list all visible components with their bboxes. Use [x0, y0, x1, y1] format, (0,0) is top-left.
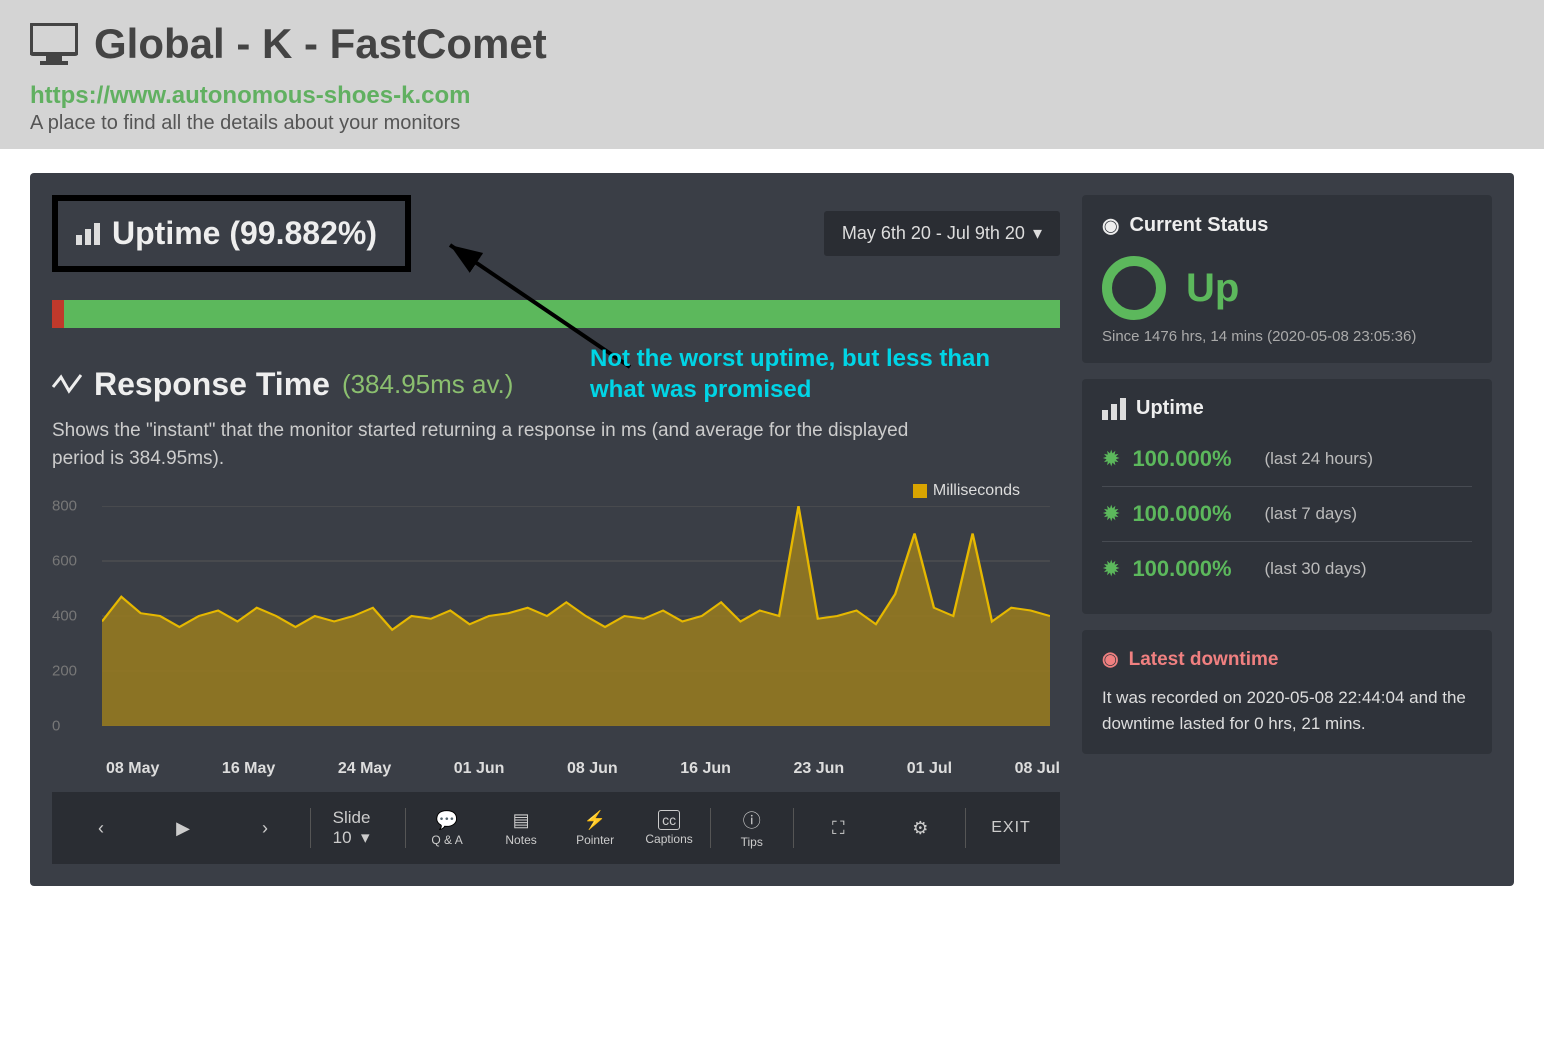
uptime-period: (last 24 hours) — [1264, 449, 1373, 469]
uptime-bar — [52, 300, 1060, 328]
qa-button[interactable]: 💬Q & A — [410, 804, 484, 853]
next-button[interactable]: › — [224, 812, 306, 845]
notes-icon: ▤ — [513, 810, 530, 831]
tips-button[interactable]: ⓘTips — [715, 801, 789, 855]
title-text: Global - K - FastComet — [94, 20, 547, 68]
presenter-toolbar: ‹ ▶ › Slide 10 ▾ 💬Q & A ▤Notes ⚡Pointer … — [52, 792, 1060, 864]
circle-icon: ◉ — [1102, 213, 1119, 238]
circle-icon: ◉ — [1102, 648, 1119, 671]
uptime-segment — [64, 300, 1060, 328]
notes-button[interactable]: ▤Notes — [484, 804, 558, 853]
monitor-url[interactable]: https://www.autonomous-shoes-k.com — [30, 82, 1514, 110]
uptime-pct: 100.000% — [1132, 446, 1252, 472]
status-since: Since 1476 hrs, 14 mins (2020-05-08 23:0… — [1102, 328, 1472, 345]
chart-legend: Milliseconds — [52, 482, 1020, 500]
pointer-icon: ⚡ — [584, 810, 606, 831]
uptime-pct: 100.000% — [1132, 501, 1252, 527]
page-header: Global - K - FastComet https://www.auton… — [0, 0, 1544, 149]
prev-button[interactable]: ‹ — [60, 812, 142, 845]
uptime-period: (last 7 days) — [1264, 504, 1357, 524]
dashboard: Uptime (99.882%) May 6th 20 - Jul 9th 20… — [30, 173, 1514, 886]
legend-swatch — [913, 484, 927, 498]
subtitle: A place to find all the details about yo… — [30, 112, 1514, 135]
uptime-pct: 100.000% — [1132, 556, 1252, 582]
page-title: Global - K - FastComet — [30, 20, 1514, 68]
annotation: Not the worst uptime, but less than what… — [590, 343, 990, 405]
status-up: Up — [1102, 256, 1472, 320]
uptime-label: Uptime (99.882%) — [112, 215, 377, 252]
response-avg: (384.95ms av.) — [342, 369, 513, 400]
uptime-card-title: Uptime — [1102, 397, 1472, 420]
uptime-heading: Uptime (99.882%) — [52, 195, 411, 272]
status-value: Up — [1186, 266, 1239, 311]
response-chart: 0200400600800 — [52, 506, 1050, 756]
response-desc: Shows the "instant" that the monitor sta… — [52, 417, 932, 472]
uptime-row: ✹ 100.000% (last 30 days) — [1102, 541, 1472, 596]
current-status-title: ◉ Current Status — [1102, 213, 1472, 238]
cc-icon: cc — [658, 810, 680, 830]
status-ring-icon — [1102, 256, 1166, 320]
downtime-title: ◉ Latest downtime — [1102, 648, 1472, 671]
uptime-period: (last 30 days) — [1264, 559, 1366, 579]
uptime-row: ✹ 100.000% (last 24 hours) — [1102, 432, 1472, 486]
bar-chart-icon — [1102, 398, 1126, 420]
slide-selector[interactable]: Slide 10 ▾ — [315, 802, 402, 854]
uptime-card: Uptime ✹ 100.000% (last 24 hours) ✹ 100.000%… — [1082, 379, 1492, 614]
pointer-button[interactable]: ⚡Pointer — [558, 804, 632, 853]
fullscreen-button[interactable]: ⛶ — [797, 812, 879, 845]
info-icon: ⓘ — [743, 807, 761, 833]
gear-icon: ⚙ — [912, 818, 928, 839]
burst-icon: ✹ — [1102, 556, 1120, 582]
downtime-segment — [52, 300, 64, 328]
uptime-row: ✹ 100.000% (last 7 days) — [1102, 486, 1472, 541]
chart-x-labels: 08 May16 May24 May01 Jun08 Jun16 Jun23 J… — [106, 760, 1060, 778]
exit-button[interactable]: EXIT — [970, 813, 1052, 843]
monitor-icon — [30, 23, 78, 65]
downtime-text: It was recorded on 2020-05-08 22:44:04 a… — [1102, 685, 1472, 736]
caret-down-icon: ▾ — [1033, 223, 1042, 244]
burst-icon: ✹ — [1102, 446, 1120, 472]
bar-chart-icon — [76, 223, 100, 245]
chat-icon: 💬 — [436, 810, 458, 831]
settings-button[interactable]: ⚙ — [879, 812, 961, 845]
captions-button[interactable]: ccCaptions — [632, 804, 706, 852]
latest-downtime-card: ◉ Latest downtime It was recorded on 202… — [1082, 630, 1492, 754]
current-status-card: ◉ Current Status Up Since 1476 hrs, 14 m… — [1082, 195, 1492, 363]
line-chart-icon — [52, 366, 82, 403]
date-range-dropdown[interactable]: May 6th 20 - Jul 9th 20 ▾ — [824, 211, 1060, 256]
play-button[interactable]: ▶ — [142, 812, 224, 845]
burst-icon: ✹ — [1102, 501, 1120, 527]
